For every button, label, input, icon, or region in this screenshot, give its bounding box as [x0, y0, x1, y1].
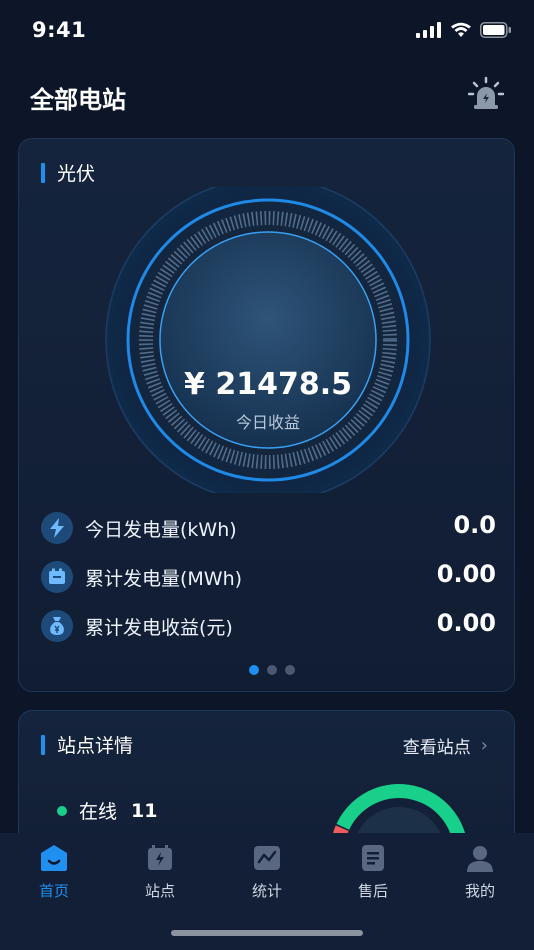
- metric-value: 0.00: [436, 609, 496, 637]
- revenue-dial: ¥ 21478.5 今日收益: [105, 177, 431, 503]
- station-icon: [148, 845, 172, 870]
- today-revenue-label: 今日收益: [235, 413, 300, 432]
- pager-dot-1[interactable]: [249, 665, 259, 675]
- tab-profile[interactable]: 我的: [440, 843, 520, 901]
- pager-dot-3[interactable]: [285, 665, 295, 675]
- status-time: 9:41: [32, 18, 87, 42]
- status-icons: [416, 22, 512, 38]
- page-header: 全部电站: [0, 62, 534, 126]
- title-accent-bar: [41, 162, 45, 183]
- tab-label: 站点: [144, 882, 175, 900]
- alarm-light-icon[interactable]: [468, 76, 504, 112]
- online-dot-icon: [57, 805, 67, 816]
- tab-after-sales[interactable]: 售后: [333, 843, 413, 901]
- tab-label: 售后: [357, 882, 388, 900]
- view-stations-link[interactable]: 查看站点 ›: [403, 733, 488, 758]
- metric-value: 0.0: [453, 511, 496, 539]
- tab-label: 我的: [464, 882, 495, 900]
- signal-icon: [416, 22, 441, 38]
- metric-label: 累计发电量(MWh): [85, 568, 243, 590]
- pv-overview-card[interactable]: 光伏 ¥ 21478.5 今日收益 今日发电量(kWh) 0.0 累计发电量(M…: [18, 138, 515, 692]
- metric-label: 今日发电量(kWh): [85, 519, 237, 541]
- metric-total-generation: 累计发电量(MWh) 0.00: [41, 558, 496, 607]
- carousel-pager[interactable]: [249, 665, 295, 675]
- tab-label: 统计: [251, 882, 282, 900]
- online-count: 11: [131, 799, 158, 822]
- tab-stations[interactable]: 站点: [120, 843, 200, 901]
- pv-section-title: 光伏: [41, 159, 95, 186]
- status-bar: 9:41: [0, 0, 534, 62]
- online-label: 在线: [79, 801, 118, 823]
- station-section-title: 站点详情: [41, 731, 133, 758]
- view-stations-label: 查看站点: [402, 738, 471, 758]
- title-accent-bar: [41, 734, 45, 755]
- pager-dot-2[interactable]: [267, 665, 277, 675]
- chart-icon: [254, 846, 280, 870]
- service-icon: [362, 845, 384, 871]
- battery-icon: [41, 561, 73, 593]
- wifi-icon: [451, 22, 471, 37]
- home-icon: [41, 845, 67, 871]
- revenue-dial-graphic: [105, 177, 431, 503]
- online-status: 在线 11: [57, 797, 157, 824]
- tab-label: 首页: [38, 882, 69, 900]
- chevron-right-icon: ›: [480, 735, 488, 756]
- metric-total-revenue: 累计发电收益(元) 0.00: [41, 607, 496, 656]
- metric-value: 0.00: [436, 560, 496, 588]
- pv-metrics-list: 今日发电量(kWh) 0.0 累计发电量(MWh) 0.00 累计发电收益(元)…: [41, 509, 496, 656]
- metric-label: 累计发电收益(元): [85, 617, 233, 639]
- tab-home[interactable]: 首页: [14, 843, 94, 901]
- home-indicator[interactable]: [171, 930, 363, 936]
- station-title-text: 站点详情: [57, 735, 134, 757]
- metric-today-generation: 今日发电量(kWh) 0.0: [41, 509, 496, 558]
- money-bag-icon: [41, 610, 73, 642]
- tab-statistics[interactable]: 统计: [227, 843, 307, 901]
- profile-icon: [467, 846, 493, 872]
- battery-status-icon: [480, 22, 511, 38]
- page-title: 全部电站: [30, 86, 126, 114]
- lightning-icon: [41, 512, 73, 544]
- pv-title-text: 光伏: [57, 163, 96, 185]
- today-revenue-value: ¥ 21478.5: [184, 367, 352, 402]
